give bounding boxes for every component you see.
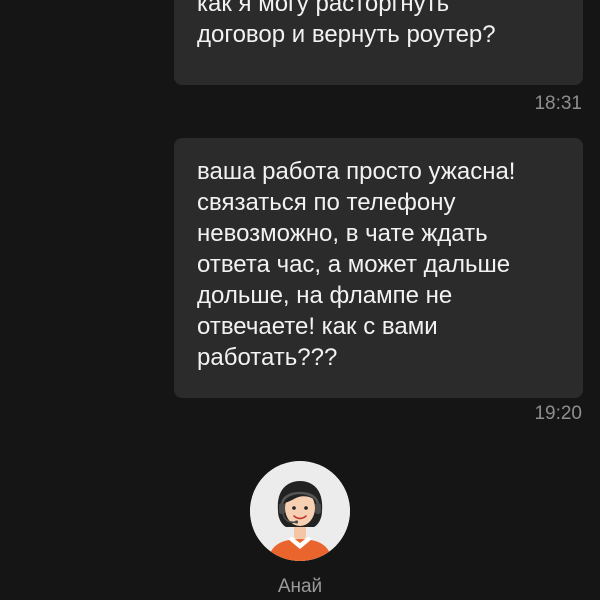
support-agent-icon <box>250 461 350 561</box>
chat-window: как я могу расторгнуть договор и вернуть… <box>0 0 600 600</box>
message-text: как я могу расторгнуть договор и вернуть… <box>197 0 496 48</box>
message-timestamp: 19:20 <box>534 403 582 424</box>
agent-name: Анай <box>277 576 323 597</box>
message-text: ваша работа просто ужасна! связаться по … <box>197 158 516 371</box>
message-bubble: как я могу расторгнуть договор и вернуть… <box>174 0 583 85</box>
message-timestamp: 18:31 <box>534 93 582 114</box>
agent-avatar[interactable] <box>250 461 350 561</box>
message-bubble: ваша работа просто ужасна! связаться по … <box>174 138 583 398</box>
